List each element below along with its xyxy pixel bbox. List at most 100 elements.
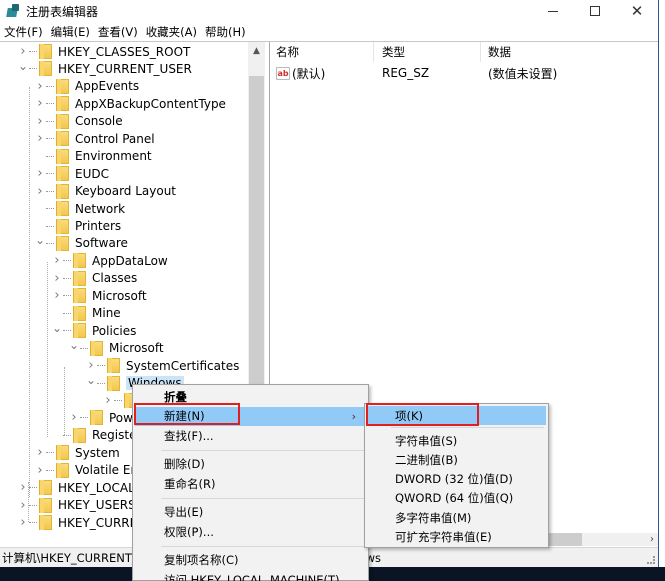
context-menu-item[interactable]: 导出(E) (135, 503, 366, 522)
context-menu-item[interactable]: 删除(D) (135, 455, 366, 474)
submenu-item[interactable]: DWORD (32 位)值(D) (367, 470, 546, 489)
menu-view[interactable]: 查看(V) (94, 24, 142, 40)
expand-chevron-icon[interactable]: › (18, 44, 28, 59)
column-header-data[interactable]: 数据 (488, 42, 511, 62)
tree-item[interactable]: › Keyboard Layout (35, 183, 176, 200)
column-separator[interactable] (373, 42, 374, 62)
tree-connector-line (64, 367, 65, 435)
tree-item[interactable]: Environment (35, 148, 152, 165)
expand-chevron-icon[interactable]: › (52, 288, 62, 303)
tree-item[interactable]: Network (35, 200, 125, 217)
folder-icon (73, 305, 86, 321)
folder-icon (56, 445, 69, 461)
context-menu-item[interactable]: 权限(P)... (135, 522, 366, 541)
context-menu-item[interactable]: 复制项名称(C) (135, 551, 366, 570)
submenu-item[interactable]: 二进制值(B) (367, 450, 546, 469)
tree-connector (63, 312, 71, 314)
expand-chevron-icon[interactable]: › (35, 166, 45, 181)
folder-icon (56, 113, 69, 129)
value-row[interactable]: ab (默认) REG_SZ (数值未设置) (270, 64, 658, 82)
folder-icon (56, 235, 69, 251)
tree-item[interactable]: › HKEY_CLASSES_ROOT (18, 43, 190, 60)
collapse-chevron-icon[interactable]: ⌄ (18, 59, 28, 73)
expand-chevron-icon[interactable]: › (35, 445, 45, 460)
folder-icon (56, 183, 69, 199)
submenu-item[interactable]: QWORD (64 位)值(Q) (367, 489, 546, 508)
collapse-chevron-icon[interactable]: ⌄ (52, 321, 62, 335)
scroll-up-arrow-icon[interactable]: ▲ (248, 42, 265, 59)
maximize-button[interactable] (574, 0, 616, 22)
menu-edit[interactable]: 编辑(E) (47, 24, 94, 40)
tree-item[interactable]: › Classes (52, 270, 137, 287)
expand-chevron-icon[interactable]: › (35, 96, 45, 111)
tree-item-label: Software (75, 236, 128, 251)
tree-item[interactable]: Printers (35, 218, 121, 235)
context-menu-item-label: 复制项名称(C) (164, 553, 239, 567)
expand-chevron-icon[interactable]: › (35, 131, 45, 146)
context-menu-item[interactable]: 重命名(R) (135, 474, 366, 493)
tree-item[interactable]: › EUDC (35, 165, 109, 182)
tree-item[interactable]: ⌄ Microsoft (69, 338, 164, 357)
folder-icon (73, 323, 86, 339)
expand-chevron-icon[interactable]: › (18, 515, 28, 530)
submenu-item[interactable]: 字符串值(S) (367, 431, 546, 450)
submenu-item[interactable]: 可扩充字符串值(E) (367, 527, 546, 546)
expand-chevron-icon[interactable]: › (52, 253, 62, 268)
tree-item[interactable]: › AppEvents (35, 78, 139, 95)
annotation-highlight-key (366, 403, 479, 426)
column-header-name[interactable]: 名称 (276, 42, 299, 62)
context-menu-item[interactable]: 访问 HKEY_LOCAL_MACHINE(T) (135, 570, 366, 581)
tree-scroll-thumb[interactable] (249, 76, 264, 406)
expand-chevron-icon[interactable]: › (35, 114, 45, 129)
tree-connector (46, 452, 54, 454)
column-header-type[interactable]: 类型 (382, 42, 405, 62)
tree-item[interactable]: ⌄ Software (35, 233, 128, 252)
context-menu-item[interactable]: 查找(F)... (135, 426, 366, 445)
value-data: (数值未设置) (488, 66, 558, 81)
tree-connector (46, 138, 54, 140)
expand-chevron-icon[interactable]: › (86, 358, 96, 373)
menu-help[interactable]: 帮助(H) (201, 24, 250, 40)
expand-chevron-icon[interactable]: › (52, 271, 62, 286)
tree-connector (46, 155, 54, 157)
tree-item[interactable]: › Console (35, 113, 123, 130)
expand-chevron-icon[interactable]: › (35, 463, 45, 478)
tree-connector (29, 504, 37, 506)
expand-chevron-icon[interactable]: › (35, 184, 45, 199)
tree-item-label: HKEY_CLASSES_ROOT (58, 44, 191, 59)
column-separator[interactable] (480, 42, 481, 62)
menu-file[interactable]: 文件(F) (0, 24, 47, 40)
tree-connector (29, 522, 37, 524)
resize-grip-icon[interactable] (647, 556, 655, 564)
tree-item[interactable]: Mine (52, 305, 121, 322)
tree-item-label: System (75, 445, 120, 460)
tree-item[interactable]: › System (35, 444, 120, 461)
tree-item[interactable]: › AppXBackupContentType (35, 95, 226, 112)
close-button[interactable]: ✕ (616, 0, 658, 22)
expand-chevron-icon[interactable]: › (35, 79, 45, 94)
tree-item-label: Microsoft (92, 288, 147, 303)
collapse-chevron-icon[interactable]: ⌄ (86, 373, 96, 387)
submenu-item[interactable]: 多字符串值(M) (367, 508, 546, 527)
tree-item[interactable]: › SystemCertificates (86, 357, 239, 374)
tree-item[interactable]: ⌄ Policies (52, 321, 136, 339)
expand-chevron-icon[interactable]: › (69, 410, 79, 425)
expand-chevron-icon[interactable]: › (18, 480, 28, 495)
regedit-app-icon (6, 4, 20, 18)
tree-item[interactable]: › HKEY_USERS (18, 497, 136, 514)
collapse-chevron-icon[interactable]: ⌄ (69, 338, 79, 352)
menu-separator (161, 497, 366, 499)
tree-item[interactable]: › Control Panel (35, 130, 155, 147)
tree-item[interactable]: ⌄ HKEY_CURRENT_USER (18, 59, 192, 77)
context-menu-item-label: 删除(D) (164, 457, 205, 471)
tree-item[interactable]: › Microsoft (52, 287, 147, 304)
maximize-icon (590, 6, 600, 16)
tree-item[interactable]: › AppDataLow (52, 252, 168, 269)
scroll-right-arrow-icon[interactable]: › (650, 533, 654, 546)
minimize-button[interactable] (532, 0, 574, 22)
context-menu-item-label: 访问 HKEY_LOCAL_MACHINE(T) (164, 572, 340, 581)
menu-favorites[interactable]: 收藏夹(A) (142, 24, 201, 40)
expand-chevron-icon[interactable]: › (18, 498, 28, 513)
expand-chevron-icon[interactable]: › (103, 393, 113, 408)
collapse-chevron-icon[interactable]: ⌄ (35, 233, 45, 247)
